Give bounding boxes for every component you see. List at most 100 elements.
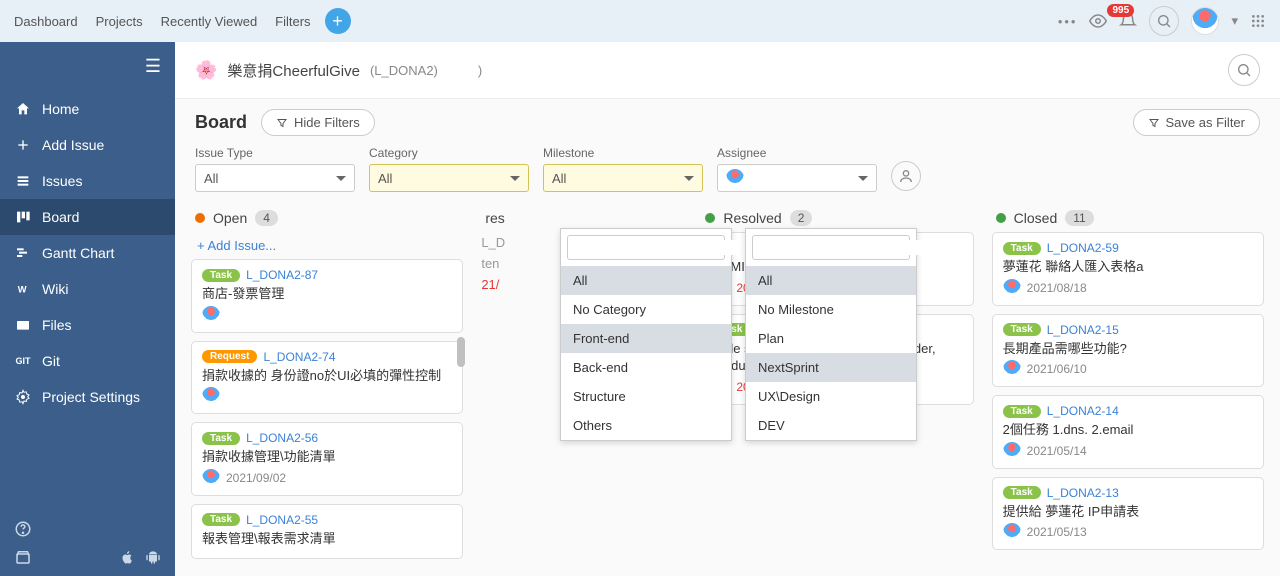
milestone-search-input[interactable] [763, 240, 939, 255]
issue-card[interactable]: TaskL_DONA2-13 提供給 夢蓮花 IP申請表 2021/05/13 [992, 477, 1264, 551]
count-badge: 4 [255, 210, 278, 226]
hide-filters-button[interactable]: Hide Filters [261, 109, 375, 136]
category-option-structure[interactable]: Structure [561, 382, 731, 411]
milestone-dropdown[interactable]: All [543, 164, 703, 192]
issue-date: 2021/09/02 [226, 471, 286, 485]
issue-key[interactable]: L_DONA2-56 [246, 431, 318, 445]
sidebar-item-board[interactable]: Board [0, 199, 175, 235]
nav-filters[interactable]: Filters [275, 14, 310, 29]
count-badge: 11 [1065, 210, 1093, 226]
add-button[interactable]: + [325, 8, 351, 34]
sidebar-item-gantt[interactable]: Gantt Chart [0, 235, 175, 271]
issue-card[interactable]: TaskL_DONA2-87 商店-發票管理 [191, 259, 463, 333]
issue-card[interactable]: Task L_DONA2-14 2個任務 1.dns. 2.email 2021/… [992, 395, 1264, 469]
issue-key[interactable]: L_DONA2-15 [1047, 323, 1119, 337]
issue-card[interactable]: Task L_DONA2-15 長期產品需哪些功能? 2021/06/10 [992, 314, 1264, 388]
avatar-icon [1003, 442, 1021, 460]
apps-grid-icon[interactable] [1250, 13, 1266, 29]
issue-date: 2021/05/13 [1027, 525, 1087, 539]
milestone-option-ux[interactable]: UX\Design [746, 382, 916, 411]
milestone-dropdown-panel: All No Milestone Plan NextSprint UX\Desi… [745, 228, 917, 441]
sidebar-item-git[interactable]: GITGit [0, 343, 175, 379]
gantt-icon [14, 245, 32, 261]
sidebar-item-wiki[interactable]: WWiki [0, 271, 175, 307]
nav-recent[interactable]: Recently Viewed [161, 14, 258, 29]
content: 🌸 樂意捐CheerfulGive (L_DONA2) ) Board Hide… [175, 42, 1280, 576]
category-option-others[interactable]: Others [561, 411, 731, 440]
milestone-option-dev[interactable]: DEV [746, 411, 916, 440]
category-option-none[interactable]: No Category [561, 295, 731, 324]
git-icon: GIT [14, 356, 32, 366]
add-issue-link[interactable]: + Add Issue... [187, 232, 467, 259]
category-option-frontend[interactable]: Front-end [561, 324, 731, 353]
filter-icon [1148, 117, 1160, 129]
avatar-icon [202, 469, 220, 487]
sidebar-item-settings[interactable]: Project Settings [0, 379, 175, 415]
issue-key[interactable]: L_DONA2-87 [246, 268, 318, 282]
store-icon[interactable] [14, 548, 32, 566]
issue-tag: Task [1003, 323, 1041, 336]
sidebar-item-files[interactable]: Files [0, 307, 175, 343]
search-icon[interactable] [1149, 6, 1179, 36]
category-search[interactable] [567, 235, 725, 260]
avatar[interactable] [1191, 7, 1219, 35]
issue-key[interactable]: L_DONA2-59 [1047, 241, 1119, 255]
sidebar-item-home[interactable]: Home [0, 91, 175, 127]
issue-tag: Task [1003, 405, 1041, 418]
hamburger-icon[interactable]: ☰ [0, 42, 175, 91]
issue-card[interactable]: TaskL_DONA2-59 夢蓮花 聯絡人匯入表格a 2021/08/18 [992, 232, 1264, 306]
notifications-icon[interactable]: 995 [1119, 12, 1137, 30]
issue-type-dropdown[interactable]: All [195, 164, 355, 192]
assignee-dropdown[interactable] [717, 164, 877, 192]
issue-subject: 長期產品需哪些功能? [1003, 340, 1253, 358]
issue-subject: 捐款收據管理\功能清單 [202, 448, 452, 466]
android-icon[interactable] [145, 549, 161, 565]
milestone-search[interactable] [752, 235, 910, 260]
sidebar: ☰ Home Add Issue Issues Board Gantt Char… [0, 42, 175, 576]
topnav: Dashboard Projects Recently Viewed Filte… [14, 14, 311, 29]
status-dot [705, 213, 715, 223]
nav-projects[interactable]: Projects [96, 14, 143, 29]
category-dropdown[interactable]: All [369, 164, 529, 192]
issue-key[interactable]: L_DONA2-55 [246, 513, 318, 527]
project-paren: ) [478, 63, 482, 78]
sidebar-item-add-issue[interactable]: Add Issue [0, 127, 175, 163]
plus-icon [14, 137, 32, 153]
issue-card[interactable]: RequestL_DONA2-74 捐款收據的 身份證no於UI必填的彈性控制 [191, 341, 463, 415]
assignee-me-button[interactable] [891, 161, 921, 191]
more-icon[interactable]: ••• [1058, 14, 1078, 29]
issue-key[interactable]: L_DONA2-74 [263, 350, 335, 364]
issue-key[interactable]: L_DONA2-13 [1047, 486, 1119, 500]
gear-icon [14, 389, 32, 405]
issue-tag: Task [202, 513, 240, 526]
issue-tag: Task [1003, 486, 1041, 499]
milestone-option-none[interactable]: No Milestone [746, 295, 916, 324]
save-filter-button[interactable]: Save as Filter [1133, 109, 1260, 136]
board-icon [14, 209, 32, 225]
watch-icon[interactable] [1089, 12, 1107, 30]
avatar-caret-icon[interactable]: ▾ [1231, 13, 1238, 29]
milestone-option-plan[interactable]: Plan [746, 324, 916, 353]
category-search-input[interactable] [578, 240, 754, 255]
milestone-option-nextsprint[interactable]: NextSprint [746, 353, 916, 382]
help-icon[interactable] [14, 520, 161, 538]
issue-key[interactable]: L_DONA2-14 [1047, 404, 1119, 418]
issue-card[interactable]: Task L_DONA2-56 捐款收據管理\功能清單 2021/09/02 [191, 422, 463, 496]
issue-card[interactable]: TaskL_DONA2-55 報表管理\報表需求清單 [191, 504, 463, 560]
milestone-option-all[interactable]: All [746, 266, 916, 295]
issue-tag: Task [202, 432, 240, 445]
issue-subject: 2個任務 1.dns. 2.email [1003, 421, 1253, 439]
nav-dashboard[interactable]: Dashboard [14, 14, 78, 29]
issue-date: 2021/05/14 [1027, 444, 1087, 458]
board-bar: Board Hide Filters Save as Filter [175, 99, 1280, 146]
apple-icon[interactable] [119, 549, 135, 565]
issue-subject: 商店-發票管理 [202, 285, 452, 303]
project-logo-icon: 🌸 [195, 60, 217, 81]
category-option-all[interactable]: All [561, 266, 731, 295]
sidebar-item-issues[interactable]: Issues [0, 163, 175, 199]
project-search-icon[interactable] [1228, 54, 1260, 86]
count-badge: 2 [790, 210, 813, 226]
issue-date: 2021/06/10 [1027, 362, 1087, 376]
filters-row: Issue Type All Category All Milestone Al… [175, 146, 1280, 200]
category-option-backend[interactable]: Back-end [561, 353, 731, 382]
